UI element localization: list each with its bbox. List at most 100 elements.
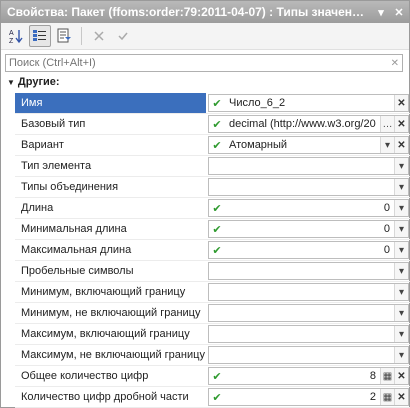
clear-icon[interactable]: ✕ <box>394 116 408 132</box>
search-input[interactable] <box>9 57 369 69</box>
sort-az-icon[interactable]: A Z <box>5 25 27 47</box>
dropdown-arrow-icon[interactable]: ▾ <box>394 179 408 195</box>
property-value-field[interactable]: ▾ <box>208 304 409 322</box>
property-value: 0 <box>383 244 390 256</box>
property-value-field[interactable]: ✔ 0 ▾ <box>208 199 409 217</box>
property-value-field[interactable]: ▾ <box>208 178 409 196</box>
property-value-field[interactable]: ✔ Число_6_2 ✕ <box>208 94 409 112</box>
calculator-icon[interactable]: ▦ <box>380 389 394 405</box>
dropdown-arrow-icon[interactable]: ▾ <box>394 284 408 300</box>
dropdown-arrow-icon[interactable]: ▾ <box>394 263 408 279</box>
property-value-field[interactable]: ▾ <box>208 262 409 280</box>
title-bar[interactable]: Свойства: Пакет (ffoms:order:79:2011-04-… <box>1 1 409 23</box>
property-row[interactable]: Тип элемента ▾ <box>15 156 410 177</box>
dropdown-arrow-icon[interactable]: ▾ <box>394 326 408 342</box>
property-row[interactable]: Общее количество цифр ✔ 8 ▦ ✕ <box>15 366 410 387</box>
property-name: Минимум, включающий границу <box>21 286 186 298</box>
dropdown-arrow-icon[interactable]: ▾ <box>380 137 394 153</box>
svg-text:A: A <box>9 30 14 37</box>
check-icon: ✔ <box>212 370 222 383</box>
toolbar-separator <box>81 27 82 45</box>
property-name: Вариант <box>21 139 64 151</box>
search-box[interactable]: ✕ <box>5 54 403 72</box>
dropdown-arrow-icon[interactable]: ▾ <box>394 242 408 258</box>
minimize-icon[interactable]: ▾ <box>373 4 389 20</box>
property-row[interactable]: Минимальная длина ✔ 0 ▾ <box>15 219 410 240</box>
property-value-field[interactable]: ✔ 0 ▾ <box>208 241 409 259</box>
property-name: Максимальная длина <box>21 244 132 256</box>
collapse-triangle-icon[interactable]: ▼ <box>7 78 15 87</box>
clear-icon[interactable]: ✕ <box>394 389 408 405</box>
calculator-icon[interactable]: ▦ <box>380 368 394 384</box>
check-icon: ✔ <box>212 139 222 152</box>
property-value-field[interactable]: ✔ 8 ▦ ✕ <box>208 367 409 385</box>
property-value-field[interactable]: ✔ Атомарный ▾ ✕ <box>208 136 409 154</box>
property-value: Число_6_2 <box>229 97 286 109</box>
properties-grid: Имя ✔ Число_6_2 ✕ Базовый тип ✔ decimal (http:… <box>15 93 410 408</box>
dropdown-arrow-icon[interactable]: ▾ <box>394 200 408 216</box>
property-name: Максимум, включающий границу <box>21 328 190 340</box>
properties-window: Свойства: Пакет (ffoms:order:79:2011-04-… <box>0 0 410 408</box>
property-row[interactable]: Базовый тип ✔ decimal (http://www.w3.org/2… <box>15 114 410 135</box>
property-value: 0 <box>383 202 390 214</box>
check-icon: ✔ <box>212 118 222 131</box>
property-row[interactable]: Максимальная длина ✔ 0 ▾ <box>15 240 410 261</box>
property-name: Длина <box>21 202 54 214</box>
property-name: Минимальная длина <box>21 223 127 235</box>
close-icon[interactable]: ✕ <box>391 4 407 20</box>
check-icon: ✔ <box>212 391 222 404</box>
check-icon[interactable] <box>112 25 134 47</box>
property-row[interactable]: Максимум, включающий границу ▾ <box>15 324 410 345</box>
property-value-field[interactable]: ✔ 2 ▦ ✕ <box>208 388 409 406</box>
property-name: Тип элемента <box>21 160 92 172</box>
dropdown-arrow-icon[interactable]: ▾ <box>394 347 408 363</box>
property-value-field[interactable]: ▾ <box>208 346 409 364</box>
property-value: Атомарный <box>229 139 288 151</box>
property-row[interactable]: Вариант ✔ Атомарный ▾ ✕ <box>15 135 410 156</box>
dropdown-arrow-icon[interactable]: ▾ <box>394 221 408 237</box>
property-row[interactable]: Имя ✔ Число_6_2 ✕ <box>15 93 410 114</box>
toolbar: A Z <box>1 23 409 50</box>
clear-icon[interactable]: ✕ <box>394 368 408 384</box>
clear-search-icon[interactable]: ✕ <box>391 58 399 69</box>
property-value: decimal (http://www.w3.org/20 <box>229 118 376 130</box>
clear-icon[interactable]: ✕ <box>394 95 408 111</box>
group-header[interactable]: ▼ Другие: <box>1 74 409 90</box>
property-name: Базовый тип <box>21 118 86 130</box>
property-name: Количество цифр дробной части <box>21 391 189 403</box>
property-value-field[interactable]: ▾ <box>208 325 409 343</box>
property-name: Типы объединения <box>21 181 119 193</box>
property-row[interactable]: Максимум, не включающий границу ▾ <box>15 345 410 366</box>
dropdown-arrow-icon[interactable]: ▾ <box>394 158 408 174</box>
property-row[interactable]: Пробельные символы ▾ <box>15 261 410 282</box>
check-icon: ✔ <box>212 97 222 110</box>
search-row: ✕ <box>1 50 409 74</box>
property-name: Общее количество цифр <box>21 370 149 382</box>
close-icon[interactable] <box>88 25 110 47</box>
check-icon: ✔ <box>212 223 222 236</box>
property-name: Пробельные символы <box>21 265 134 277</box>
property-row[interactable]: Длина ✔ 0 ▾ <box>15 198 410 219</box>
property-value-field[interactable]: ▾ <box>208 157 409 175</box>
property-value: 0 <box>383 223 390 235</box>
property-value: 8 <box>369 370 376 382</box>
window-title: Свойства: Пакет (ffoms:order:79:2011-04-… <box>7 5 365 19</box>
property-value-field[interactable]: ✔ decimal (http://www.w3.org/20 … ✕ <box>208 115 409 133</box>
svg-text:Z: Z <box>9 38 14 44</box>
more-button-icon[interactable]: … <box>380 116 394 132</box>
property-name: Максимум, не включающий границу <box>21 349 205 361</box>
dropdown-arrow-icon[interactable]: ▾ <box>394 305 408 321</box>
check-icon: ✔ <box>212 202 222 215</box>
categories-icon[interactable] <box>29 25 51 47</box>
property-row[interactable]: Количество цифр дробной части ✔ 2 ▦ ✕ <box>15 387 410 408</box>
property-row[interactable]: Типы объединения ▾ <box>15 177 410 198</box>
property-value-field[interactable]: ✔ 0 ▾ <box>208 220 409 238</box>
property-name: Минимум, не включающий границу <box>21 307 201 319</box>
property-row[interactable]: Минимум, не включающий границу ▾ <box>15 303 410 324</box>
group-label: Другие: <box>17 76 60 88</box>
check-icon: ✔ <box>212 244 222 257</box>
property-value-field[interactable]: ▾ <box>208 283 409 301</box>
filter-icon[interactable] <box>53 25 75 47</box>
clear-icon[interactable]: ✕ <box>394 137 408 153</box>
property-row[interactable]: Минимум, включающий границу ▾ <box>15 282 410 303</box>
